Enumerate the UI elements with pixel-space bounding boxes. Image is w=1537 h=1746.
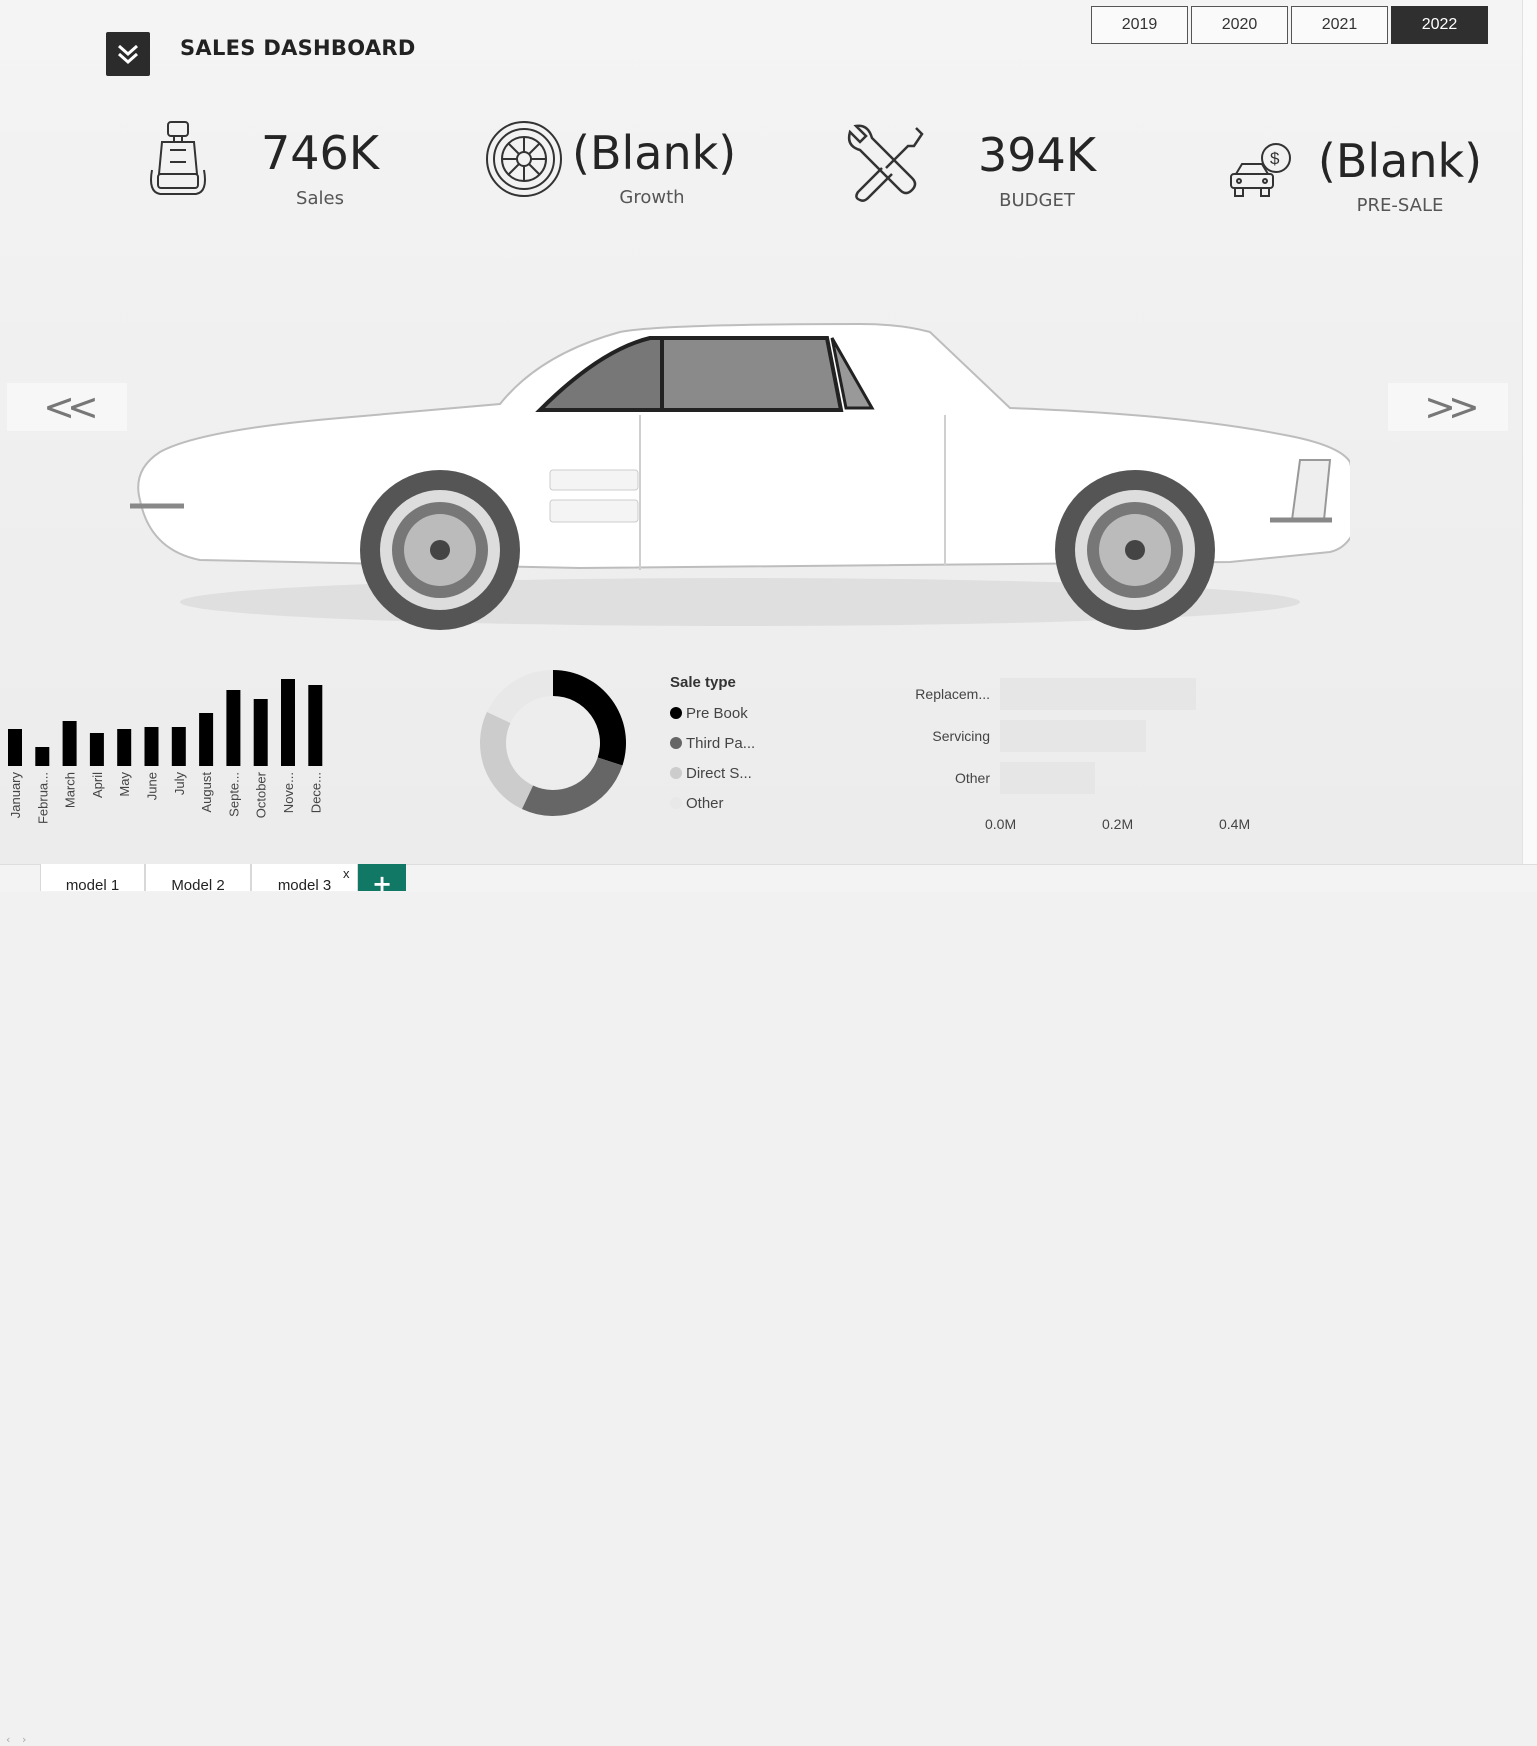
- bar-servicing[interactable]: [1000, 720, 1147, 752]
- month-label: August: [199, 772, 214, 813]
- month-bar[interactable]: [35, 747, 50, 766]
- month-bar[interactable]: [62, 721, 77, 766]
- wheel-icon: [486, 121, 562, 197]
- bar-replacement[interactable]: [1000, 678, 1196, 710]
- tab-model-3[interactable]: model 3: [251, 864, 358, 894]
- year-button-2021[interactable]: 2021: [1291, 6, 1388, 44]
- legend-label: Direct S...: [686, 764, 752, 782]
- tab-model-2[interactable]: Model 2: [145, 864, 251, 894]
- kpi-budget-value: 394K: [978, 128, 1096, 182]
- x-tick-2: 0.4M: [1219, 816, 1251, 832]
- legend-dot: [670, 767, 682, 779]
- donut-slice[interactable]: [553, 670, 626, 766]
- legend-label: Other: [686, 794, 724, 812]
- page-title: SALES DASHBOARD: [180, 36, 416, 60]
- bar-label-other: Other: [954, 770, 990, 786]
- kpi-sales-label: Sales: [296, 188, 344, 209]
- kpi-presale-label: PRE-SALE: [1356, 195, 1444, 216]
- month-label: January: [8, 772, 23, 819]
- month-bar[interactable]: [226, 690, 241, 766]
- kpi-growth-label: Growth: [619, 187, 685, 208]
- month-bar[interactable]: [308, 685, 323, 766]
- monthly-sales-column-chart: January Februa... March April May June July Aug…: [8, 679, 323, 824]
- legend-item-direct-sale[interactable]: Direct S...: [670, 758, 755, 788]
- year-button-2019[interactable]: 2019: [1091, 6, 1188, 44]
- add-page-button[interactable]: +: [358, 864, 406, 891]
- month-bar[interactable]: [8, 729, 22, 766]
- x-tick-0: 0.0M: [985, 816, 1017, 832]
- tab-model-1[interactable]: model 1: [40, 864, 145, 894]
- svg-text:$: $: [1270, 149, 1280, 168]
- year-button-2022[interactable]: 2022: [1391, 6, 1488, 44]
- legend-item-pre-book[interactable]: Pre Book: [670, 698, 755, 728]
- month-label: Septe...: [226, 772, 241, 817]
- legend-dot: [670, 707, 682, 719]
- bar-label-servicing: Servicing: [932, 728, 990, 744]
- year-slicer: 2019 2020 2021 2022: [1091, 6, 1491, 44]
- month-bar[interactable]: [171, 727, 186, 766]
- donut-slice[interactable]: [480, 711, 533, 810]
- month-bar[interactable]: [253, 699, 268, 766]
- close-tab-icon[interactable]: x: [343, 866, 350, 881]
- car-money-icon: $: [1230, 143, 1291, 197]
- month-bar[interactable]: [89, 733, 104, 766]
- tab-scroll-left-icon[interactable]: ‹: [6, 1733, 10, 1746]
- previous-page-button[interactable]: <<: [7, 383, 127, 431]
- month-bar[interactable]: [117, 729, 132, 766]
- month-label: March: [63, 772, 78, 808]
- month-bar[interactable]: [144, 727, 159, 766]
- donut-slice[interactable]: [486, 670, 553, 723]
- legend-dot: [670, 737, 682, 749]
- legend-label: Pre Book: [686, 704, 748, 722]
- year-button-2020[interactable]: 2020: [1191, 6, 1288, 44]
- menu-toggle-button[interactable]: [106, 32, 150, 76]
- month-label: May: [117, 772, 132, 797]
- month-label: Dece...: [308, 772, 323, 813]
- tab-scroll-right-icon[interactable]: ›: [22, 1733, 26, 1746]
- sale-type-legend: Sale type Pre Book Third Pa... Direct S.…: [670, 674, 755, 818]
- car-image: [130, 322, 1350, 630]
- car-seat-icon: [150, 121, 206, 195]
- kpi-presale-value: (Blank): [1317, 134, 1483, 188]
- x-tick-1: 0.2M: [1102, 816, 1134, 832]
- month-bar[interactable]: [281, 679, 295, 766]
- donut-slice[interactable]: [521, 757, 623, 816]
- kpi-growth-value: (Blank): [572, 126, 737, 180]
- month-label: April: [90, 772, 105, 798]
- sale-type-donut-chart: [480, 670, 626, 816]
- month-label: Februa...: [35, 772, 50, 824]
- month-label: Nove...: [281, 772, 296, 813]
- legend-dot: [670, 797, 682, 809]
- kpi-sales-value: 746K: [261, 126, 379, 180]
- vertical-scrollbar[interactable]: [1522, 0, 1537, 864]
- legend-item-third-party[interactable]: Third Pa...: [670, 728, 755, 758]
- next-page-button[interactable]: >>: [1388, 383, 1508, 431]
- legend-title: Sale type: [670, 674, 736, 691]
- month-label: October: [254, 771, 269, 818]
- legend-label: Third Pa...: [686, 734, 756, 752]
- bar-other[interactable]: [1000, 762, 1096, 794]
- kpi-budget-label: BUDGET: [999, 190, 1075, 211]
- legend-item-other[interactable]: Other: [670, 788, 755, 818]
- month-bar[interactable]: [199, 713, 214, 766]
- month-label: June: [145, 772, 160, 800]
- report-canvas: SALES DASHBOARD 2019 2020 2021 2022 746K…: [0, 0, 1522, 864]
- tools-icon: [847, 124, 924, 202]
- chevron-double-down-icon: [118, 44, 138, 65]
- month-label: July: [172, 772, 187, 796]
- bar-label-replacement: Replacem...: [915, 686, 990, 702]
